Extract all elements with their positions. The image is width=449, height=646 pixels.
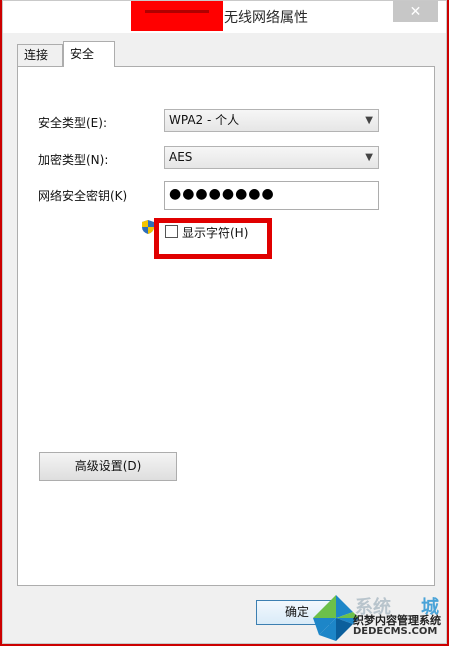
network-key-label: 网络安全密钥(K) xyxy=(38,189,128,203)
show-characters-checkbox[interactable] xyxy=(165,225,178,238)
encryption-type-label: 加密类型(N): xyxy=(38,153,109,167)
tab-security[interactable]: 安全 xyxy=(63,41,115,67)
advanced-settings-button[interactable]: 高级设置(D) xyxy=(39,452,177,481)
watermark-url: DEDECMS.COM xyxy=(353,626,438,637)
chevron-down-icon: ▼ xyxy=(365,115,373,126)
watermark: 系统 城 织梦内容管理系统 DEDECMS.COM xyxy=(309,591,449,645)
security-type-label: 安全类型(E): xyxy=(38,116,107,130)
tab-connection[interactable]: 连接 xyxy=(17,44,63,66)
window-title: 无线网络属性 xyxy=(224,10,308,26)
security-type-value: WPA2 - 个人 xyxy=(169,113,240,127)
properties-window: 无线网络属性 ✕ 连接 安全 安全类型(E): WPA2 - 个人 ▼ 加密类型… xyxy=(2,0,447,644)
redacted-network-name xyxy=(131,1,223,31)
shield-icon xyxy=(142,220,154,234)
close-icon: ✕ xyxy=(409,3,422,20)
show-characters-label[interactable]: 显示字符(H) xyxy=(182,224,248,241)
title-bar[interactable]: 无线网络属性 ✕ xyxy=(3,1,446,33)
network-key-input[interactable]: ●●●●●●●● xyxy=(164,181,379,210)
security-panel: 安全类型(E): WPA2 - 个人 ▼ 加密类型(N): AES ▼ 网络安全… xyxy=(17,66,435,586)
encryption-type-value: AES xyxy=(169,150,193,164)
close-button[interactable]: ✕ xyxy=(393,1,438,22)
encryption-type-select[interactable]: AES ▼ xyxy=(164,146,379,169)
chevron-down-icon: ▼ xyxy=(365,152,373,163)
security-type-select[interactable]: WPA2 - 个人 ▼ xyxy=(164,109,379,132)
